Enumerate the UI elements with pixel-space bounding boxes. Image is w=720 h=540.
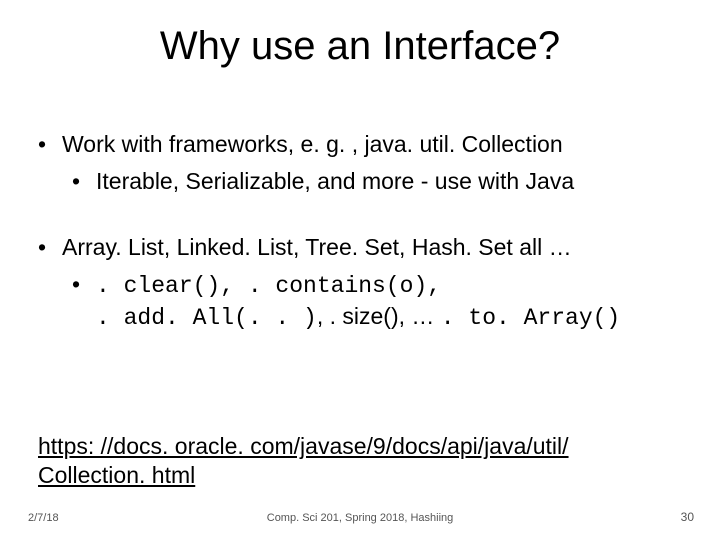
bullet-collections: Array. List, Linked. List, Tree. Set, Ha… — [38, 233, 690, 262]
code-toarray: . to. Array() — [441, 305, 620, 331]
bullet-text: Array. List, Linked. List, Tree. Set, Ha… — [62, 234, 572, 260]
bullet-methods: . clear(), . contains(o), . add. All(. .… — [72, 270, 690, 333]
code-line-1: . clear(), . contains(o), — [96, 273, 441, 299]
bullet-text: Work with frameworks, e. g. , java. util… — [62, 131, 563, 157]
bullet-text: Iterable, Serializable, and more - use w… — [96, 168, 574, 194]
spacer — [38, 197, 690, 233]
slide-title: Why use an Interface? — [0, 24, 720, 69]
footer-page-number: 30 — [681, 510, 694, 524]
bullet-frameworks: Work with frameworks, e. g. , java. util… — [38, 130, 690, 159]
footer-course: Comp. Sci 201, Spring 2018, Hashiing — [0, 512, 720, 524]
text-mid: , . size(), … — [317, 303, 441, 329]
bullet-iterable: Iterable, Serializable, and more - use w… — [72, 167, 690, 196]
slide: Why use an Interface? Work with framewor… — [0, 0, 720, 540]
slide-body: Work with frameworks, e. g. , java. util… — [38, 130, 690, 333]
code-addall: . add. All(. . ) — [96, 305, 317, 331]
docs-link[interactable]: https: //docs. oracle. com/javase/9/docs… — [38, 432, 680, 490]
